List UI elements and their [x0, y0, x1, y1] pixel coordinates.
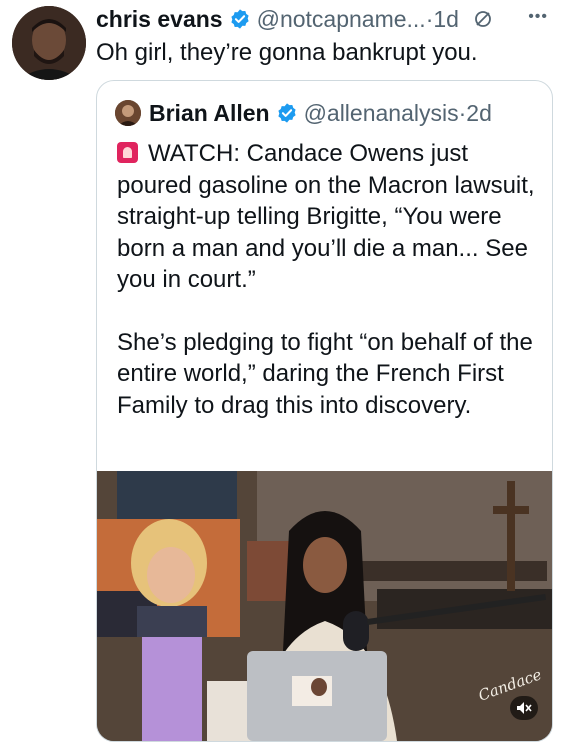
- quote-avatar[interactable]: [115, 100, 141, 126]
- author-handle[interactable]: @notcapname...: [257, 6, 426, 33]
- timestamp[interactable]: 1d: [433, 6, 459, 33]
- author-name[interactable]: chris evans: [96, 6, 223, 33]
- more-icon[interactable]: •••: [528, 8, 548, 26]
- quote-paragraph-1: WATCH: Candace Owens just poured gasolin…: [117, 138, 537, 296]
- video-thumbnail[interactable]: Candace: [97, 471, 552, 741]
- quote-text: WATCH: Candace Owens just poured gasolin…: [117, 138, 537, 421]
- volume-muted-icon[interactable]: [510, 696, 538, 720]
- quote-author-handle[interactable]: @allenanalysis: [304, 100, 459, 127]
- siren-icon: [117, 142, 138, 163]
- verified-badge-icon: [230, 9, 249, 29]
- quote-separator: ·: [458, 99, 467, 126]
- quote-timestamp[interactable]: 2d: [466, 100, 492, 127]
- quote-author-name[interactable]: Brian Allen: [149, 100, 270, 127]
- quote-header: Brian Allen @allenanalysis · 2d: [115, 97, 492, 129]
- quoted-tweet[interactable]: Brian Allen @allenanalysis · 2d WATCH: C…: [96, 80, 553, 742]
- verified-badge-icon: [277, 103, 296, 123]
- separator: ·: [425, 5, 434, 32]
- mute-icon[interactable]: [473, 9, 493, 29]
- quote-paragraph-2: She’s pledging to fight “on behalf of th…: [117, 328, 533, 419]
- avatar[interactable]: [12, 6, 86, 80]
- quote-paragraph-1-text: WATCH: Candace Owens just poured gasolin…: [117, 140, 535, 293]
- tweet-text: Oh girl, they’re gonna bankrupt you.: [96, 39, 478, 66]
- tweet-header: chris evans @notcapname... · 1d: [96, 2, 493, 36]
